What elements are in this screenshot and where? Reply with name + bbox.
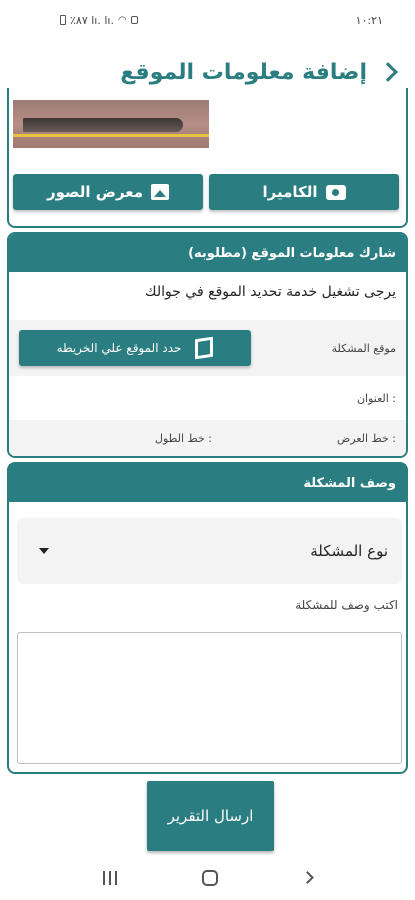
wifi-icon: ◠ xyxy=(117,14,127,26)
problem-type-value: نوع المشكلة xyxy=(310,542,388,560)
chevron-right-icon[interactable] xyxy=(378,62,398,82)
location-card: شارك معلومات الموقع (مطلوبه) يرجى تشغيل … xyxy=(7,232,408,458)
gallery-button-label: معرض الصور xyxy=(46,183,144,201)
image-icon xyxy=(151,184,170,200)
submit-button-label: ارسال التقرير xyxy=(167,807,254,825)
location-service-hint: يرجى تشغيل خدمة تحديد الموقع في جوالك xyxy=(145,284,396,300)
status-indicators: ٪٨٧ lı. lı. ◠ xyxy=(60,14,138,27)
map-button-label: حدد الموقع علي الخريطه xyxy=(56,341,182,355)
photo-subject xyxy=(23,118,183,132)
longitude-label: خط الطول : xyxy=(154,432,212,445)
map-icon xyxy=(195,338,213,358)
status-text: ٪٨٧ lı. lı. xyxy=(70,13,114,27)
select-on-map-button[interactable]: حدد الموقع علي الخريطه xyxy=(19,330,251,366)
address-row: العنوان : xyxy=(9,376,406,420)
back-icon[interactable] xyxy=(301,871,315,884)
clock: ١٠:٢١ xyxy=(355,13,383,27)
camera-button[interactable]: الكاميرا xyxy=(209,174,399,210)
description-card: وصف المشكلة نوع المشكلة اكتب وصف للمشكلة xyxy=(7,462,408,774)
latitude-label: خط العرض : xyxy=(336,432,396,445)
recent-apps-icon[interactable] xyxy=(102,870,117,885)
status-bar: ٪٨٧ lı. lı. ◠ ١٠:٢١ xyxy=(0,0,415,40)
description-label: اكتب وصف للمشكلة xyxy=(295,598,398,612)
attached-photo-thumbnail[interactable] xyxy=(13,100,209,148)
coordinates-row: خط العرض : خط الطول : xyxy=(9,420,406,456)
camera-icon xyxy=(325,184,346,200)
photo-card: الكاميرا معرض الصور xyxy=(7,88,408,228)
location-card-header: شارك معلومات الموقع (مطلوبه) xyxy=(9,234,406,272)
dropdown-arrow-icon xyxy=(39,548,49,554)
address-label: العنوان : xyxy=(356,392,396,405)
page-title: إضافة معلومات الموقع xyxy=(120,59,367,85)
camera-button-label: الكاميرا xyxy=(262,183,318,201)
battery-icon xyxy=(60,15,66,25)
lock-icon xyxy=(130,16,138,24)
problem-location-label: موقع المشكلة xyxy=(331,342,396,355)
submit-report-button[interactable]: ارسال التقرير xyxy=(147,781,274,851)
photo-stripe xyxy=(13,134,209,137)
description-card-header: وصف المشكلة xyxy=(9,464,406,502)
problem-type-select[interactable]: نوع المشكلة xyxy=(17,518,402,584)
gallery-button[interactable]: معرض الصور xyxy=(13,174,203,210)
description-textarea[interactable] xyxy=(17,632,402,764)
system-nav-bar xyxy=(0,855,415,900)
location-header-text: شارك معلومات الموقع (مطلوبه) xyxy=(188,245,396,261)
description-header-text: وصف المشكلة xyxy=(303,475,396,491)
home-icon[interactable] xyxy=(201,869,218,886)
